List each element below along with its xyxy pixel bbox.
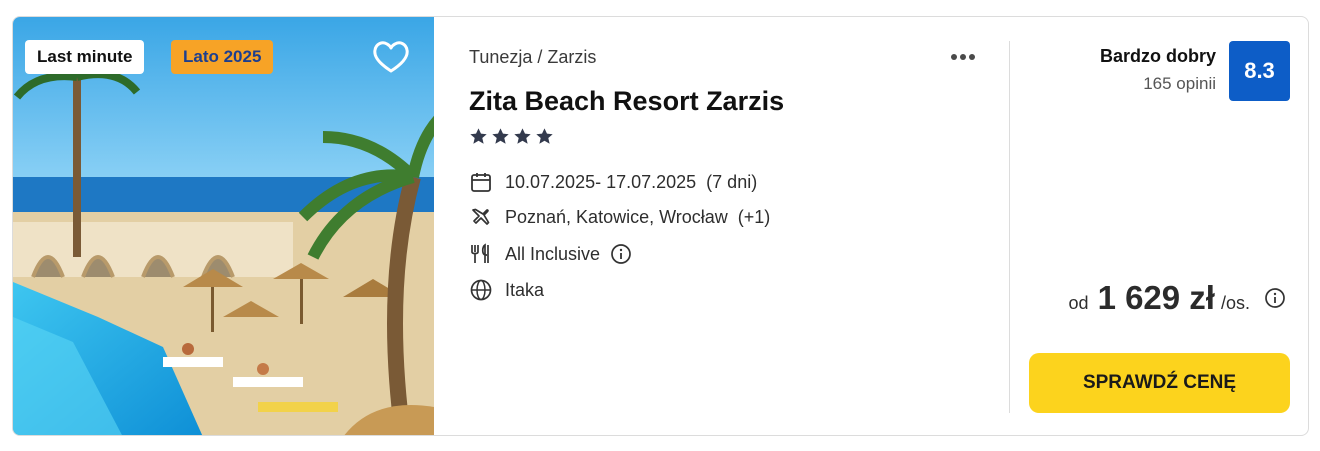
- info-icon[interactable]: [1264, 287, 1286, 309]
- hotel-photo[interactable]: Last minute Lato 2025: [13, 17, 434, 435]
- heart-icon[interactable]: [371, 37, 411, 77]
- trip-duration: (7 dni): [706, 171, 758, 192]
- hotel-stars: [469, 127, 554, 149]
- price-unit: /os.: [1220, 293, 1250, 313]
- board-type: All Inclusive: [505, 243, 601, 264]
- star-icon: [492, 128, 509, 144]
- departure-airports: Poznań, Katowice, Wrocław: [505, 206, 728, 227]
- price-value: 1 629 zł: [1097, 279, 1215, 316]
- calendar-icon: [469, 170, 493, 194]
- check-price-button[interactable]: SPRAWDŹ CENĘ: [1029, 353, 1290, 413]
- offer-details: Tunezja / Zarzis Zita Beach Resort Zarzi…: [469, 17, 989, 435]
- cutlery-icon: [469, 242, 493, 266]
- last-minute-badge: Last minute: [25, 40, 145, 74]
- star-icon: [536, 128, 553, 144]
- rating-score: 8.3: [1229, 41, 1290, 101]
- info-icon[interactable]: [610, 243, 632, 265]
- tour-operator: Itaka: [505, 279, 545, 300]
- reviews-count[interactable]: 165 opinii: [1143, 74, 1216, 94]
- plane-icon: [469, 205, 493, 229]
- star-icon: [514, 128, 531, 144]
- season-badge: Lato 2025: [171, 40, 274, 74]
- more-airports-count[interactable]: (+1): [738, 207, 771, 228]
- offer-card[interactable]: Last minute Lato 2025 Tunezja / Zarzis Z…: [12, 16, 1309, 436]
- hotel-name[interactable]: Zita Beach Resort Zarzis: [469, 86, 784, 117]
- departure-airports-row: Poznań, Katowice, Wrocław (+1): [469, 204, 770, 230]
- price-block: od 1 629 zł /os.: [1069, 279, 1286, 317]
- more-icon[interactable]: [951, 47, 985, 69]
- price-prefix: od: [1068, 293, 1089, 313]
- star-icon: [470, 128, 487, 144]
- globe-icon: [469, 278, 493, 302]
- trip-dates-row: 10.07.2025- 17.07.2025 (7 dni): [469, 169, 757, 195]
- rating-label: Bardzo dobry: [1099, 46, 1216, 66]
- location-breadcrumb[interactable]: Tunezja / Zarzis: [469, 47, 596, 68]
- trip-dates: 10.07.2025- 17.07.2025: [505, 171, 697, 192]
- panel-divider: [1009, 41, 1010, 413]
- hotel-photo-illustration: [13, 17, 434, 435]
- board-type-row: All Inclusive: [469, 241, 632, 267]
- tour-operator-row: Itaka: [469, 277, 544, 303]
